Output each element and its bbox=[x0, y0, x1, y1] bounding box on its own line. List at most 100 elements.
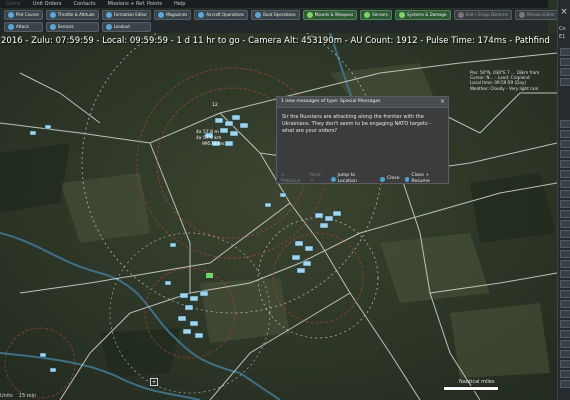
next-button[interactable]: Next > bbox=[310, 173, 326, 185]
panel-row[interactable] bbox=[560, 210, 570, 218]
panel-header-1: Co bbox=[559, 26, 566, 32]
toolbar-group-8: Sensors bbox=[360, 9, 392, 20]
panel-row[interactable] bbox=[560, 290, 570, 298]
mission-icon bbox=[519, 12, 526, 18]
resume-icon bbox=[404, 176, 410, 182]
panel-row[interactable] bbox=[560, 220, 570, 228]
menu-contacts[interactable]: Contacts bbox=[67, 0, 101, 8]
radar-icon bbox=[49, 24, 56, 30]
panel-row[interactable] bbox=[560, 230, 570, 238]
panel-row[interactable] bbox=[560, 200, 570, 208]
info-line-4: Weather: Cloudy - Very light rain bbox=[470, 85, 539, 91]
menu-bar: Game Unit Orders Contacts Missions + Ref… bbox=[0, 0, 548, 8]
panel-row[interactable] bbox=[560, 340, 570, 348]
close-button[interactable]: Close bbox=[380, 176, 400, 182]
boat-operations-button[interactable]: Boat Operations bbox=[251, 10, 300, 20]
unit-label-line3: 99573 ms bbox=[202, 141, 225, 147]
formation-icon bbox=[105, 12, 112, 18]
panel-row[interactable] bbox=[560, 170, 570, 178]
toolbar-group-7: Mounts & Weapons bbox=[302, 9, 358, 20]
magazine-icon bbox=[158, 12, 165, 18]
doctrine-button[interactable]: Unit / Group Doctrine bbox=[453, 10, 513, 20]
panel-row[interactable] bbox=[560, 280, 570, 288]
magazines-button[interactable]: Magazines bbox=[154, 10, 192, 20]
throttle-altitude-button[interactable]: Throttle & Altitude bbox=[45, 10, 99, 20]
toolbar-group-11: Mission Editor bbox=[515, 9, 559, 20]
toolbar: Plot Course Attack Throttle & Altitude S… bbox=[0, 9, 559, 33]
unit-label-line2: 4x 57.6 km bbox=[196, 135, 221, 141]
close-icon bbox=[380, 176, 386, 182]
jump-to-location-button[interactable]: Jump to Location bbox=[330, 173, 375, 185]
toolbar-group-5: Aircraft Operations bbox=[194, 9, 249, 20]
doctrine-icon bbox=[457, 12, 464, 18]
close-resume-button[interactable]: Close + Resume bbox=[404, 173, 448, 185]
panel-row[interactable] bbox=[560, 140, 570, 148]
mission-editor-button[interactable]: Mission Editor bbox=[515, 10, 559, 20]
panel-row[interactable] bbox=[560, 150, 570, 158]
dialog-message: Sir the Russians are attacking along the… bbox=[282, 114, 432, 134]
panel-row[interactable] bbox=[560, 190, 570, 198]
throttle-icon bbox=[49, 12, 56, 18]
plot-course-button[interactable]: Plot Course bbox=[4, 10, 43, 20]
status-line: 2016 - Zulu: 07:59:59 - Local: 09:59:59 … bbox=[1, 36, 549, 46]
panel-row[interactable] bbox=[560, 270, 570, 278]
attack-button[interactable]: Attack bbox=[4, 22, 43, 32]
toolbar-group-2: Throttle & Altitude Sensors bbox=[45, 9, 99, 32]
panel-row[interactable] bbox=[560, 58, 570, 66]
dialog-title: 1 new messages of type: Special Messages bbox=[277, 97, 448, 108]
time-compression[interactable]: 15 min bbox=[19, 393, 36, 399]
panel-row[interactable] bbox=[560, 240, 570, 248]
panel-row[interactable] bbox=[560, 250, 570, 258]
previous-button[interactable]: < Previous bbox=[281, 173, 305, 185]
wrench-icon bbox=[398, 12, 405, 18]
boat-icon bbox=[255, 12, 262, 18]
scale-label: Nautical miles bbox=[459, 379, 495, 385]
panel-row[interactable] bbox=[560, 130, 570, 138]
loadout-icon bbox=[105, 24, 112, 30]
menu-game[interactable]: Game bbox=[0, 0, 27, 8]
mounts-weapons-button[interactable]: Mounts & Weapons bbox=[302, 10, 358, 20]
panel-row[interactable] bbox=[560, 350, 570, 358]
panel-row[interactable] bbox=[560, 330, 570, 338]
special-message-dialog: 1 new messages of type: Special Messages… bbox=[276, 96, 449, 184]
loadout-button[interactable]: Loadout bbox=[101, 22, 152, 32]
toolbar-group-10: Unit / Group Doctrine bbox=[453, 9, 513, 20]
menu-help[interactable]: Help bbox=[168, 0, 191, 8]
aircraft-operations-button[interactable]: Aircraft Operations bbox=[194, 10, 249, 20]
target-icon bbox=[8, 24, 14, 30]
formation-editor-button[interactable]: Formation Editor bbox=[101, 10, 152, 20]
toolbar-group-3: Formation Editor Loadout bbox=[101, 9, 152, 32]
bottom-units-label[interactable]: Units bbox=[0, 393, 13, 399]
unit-label-line1: 4x 57.8 m bbox=[196, 129, 219, 135]
panel-row[interactable] bbox=[560, 380, 570, 388]
systems-damage-button[interactable]: Systems & Damage bbox=[394, 10, 451, 20]
panel-row[interactable] bbox=[560, 370, 570, 378]
hostile-marker[interactable] bbox=[206, 273, 213, 278]
toolbar-group-1: Plot Course Attack bbox=[4, 9, 43, 32]
expand-toggle-button[interactable]: + bbox=[150, 378, 158, 386]
panel-row[interactable] bbox=[560, 310, 570, 318]
panel-row[interactable] bbox=[560, 48, 570, 56]
panel-row[interactable] bbox=[560, 300, 570, 308]
panel-header-2: E1 bbox=[559, 34, 566, 40]
panel-row[interactable] bbox=[560, 68, 570, 76]
menu-unit-orders[interactable]: Unit Orders bbox=[27, 0, 68, 8]
right-side-panel: × Co E1 bbox=[557, 0, 570, 400]
panel-row[interactable] bbox=[560, 180, 570, 188]
menu-missions[interactable]: Missions + Ref. Points bbox=[102, 0, 168, 8]
panel-row[interactable] bbox=[560, 120, 570, 128]
panel-row[interactable] bbox=[560, 320, 570, 328]
sensor-icon bbox=[364, 12, 371, 18]
panel-close-icon[interactable]: × bbox=[558, 6, 570, 18]
panel-row[interactable] bbox=[560, 78, 570, 86]
weapon-icon bbox=[306, 12, 313, 18]
panel-row[interactable] bbox=[560, 160, 570, 168]
panel-row[interactable] bbox=[560, 260, 570, 268]
toolbar-group-6: Boat Operations bbox=[251, 9, 300, 20]
dialog-close-icon[interactable]: × bbox=[440, 98, 445, 105]
panel-row[interactable] bbox=[560, 360, 570, 368]
toolbar-group-4: Magazines bbox=[154, 9, 192, 20]
sensors-button[interactable]: Sensors bbox=[360, 10, 392, 20]
sensors-quick-button[interactable]: Sensors bbox=[45, 22, 99, 32]
cursor-info-panel: Pos: 50°N, 030°E 7 ... 18km from Cursor:… bbox=[470, 70, 550, 104]
